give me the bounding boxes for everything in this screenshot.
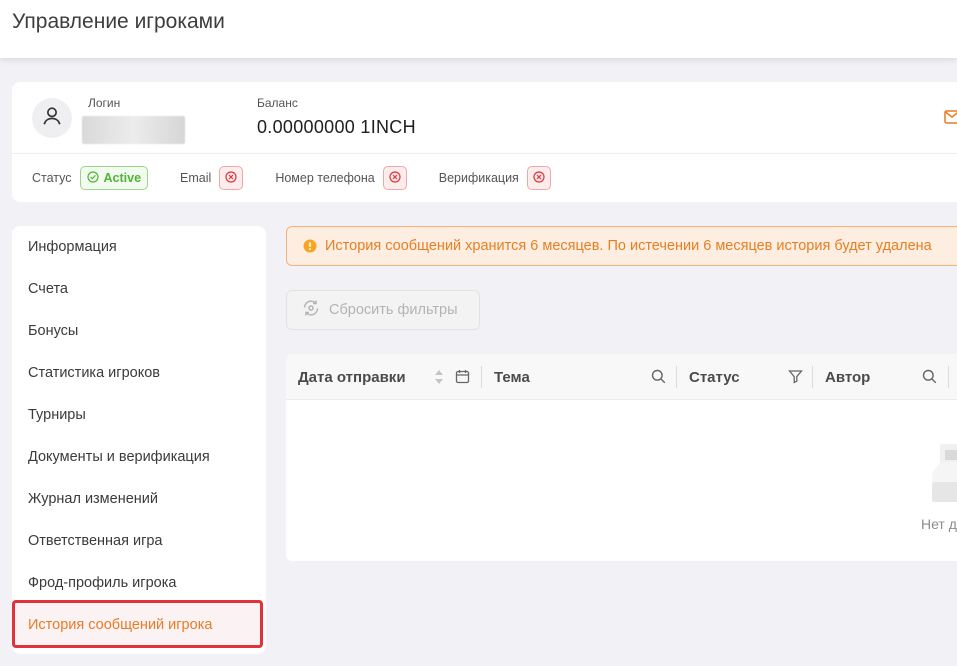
- login-value-redacted: [82, 116, 185, 144]
- phone-status-badge: [382, 166, 407, 190]
- main-content: Логин Баланс 0.00000000 1INCH Статус Act…: [0, 58, 957, 666]
- page-title: Управление игроками: [12, 10, 225, 33]
- x-circle-icon: [389, 170, 401, 186]
- email-label: Email: [180, 171, 212, 185]
- balance-label: Баланс: [257, 96, 298, 110]
- filter-icon[interactable]: [788, 369, 803, 389]
- user-icon: [41, 105, 63, 132]
- empty-state-text: Нет д: [921, 516, 957, 532]
- x-circle-icon: [225, 170, 237, 186]
- player-sidebar-menu: Информация Счета Бонусы Статистика игрок…: [12, 226, 266, 654]
- column-header-subject[interactable]: Тема: [494, 354, 530, 400]
- retention-notice: История сообщений хранится 6 месяцев. По…: [286, 226, 957, 266]
- reset-filters-button[interactable]: Сбросить фильтры: [286, 290, 480, 330]
- calendar-icon[interactable]: [455, 369, 470, 389]
- player-card: Логин Баланс 0.00000000 1INCH Статус Act…: [12, 82, 957, 202]
- avatar: [32, 98, 72, 138]
- x-circle-icon: [533, 170, 545, 186]
- verification-label: Верификация: [438, 171, 519, 185]
- table-header: Дата отправки Тема Статус Автор: [286, 354, 957, 400]
- status-badge-text: Active: [103, 171, 142, 185]
- column-divider: [481, 366, 482, 388]
- column-header-sent-date[interactable]: Дата отправки: [298, 354, 406, 400]
- search-icon[interactable]: [651, 369, 666, 389]
- sidebar-item-info[interactable]: Информация: [28, 239, 117, 255]
- column-divider: [948, 366, 949, 388]
- column-divider: [676, 366, 677, 388]
- top-bar: Управление игроками: [0, 0, 957, 58]
- column-header-status[interactable]: Статус: [689, 354, 740, 400]
- email-status-badge: [219, 166, 244, 190]
- column-header-author[interactable]: Автор: [825, 354, 870, 400]
- sidebar-item-bonuses[interactable]: Бонусы: [28, 323, 78, 339]
- check-circle-icon: [86, 170, 99, 186]
- warning-icon: [303, 239, 317, 253]
- status-label: Статус: [32, 171, 72, 185]
- mail-icon[interactable]: [944, 110, 957, 129]
- verification-status-badge: [526, 166, 551, 190]
- login-label: Логин: [88, 96, 121, 110]
- status-row: Статус Active Email Номер телефона Вериф…: [32, 165, 551, 191]
- status-badge: Active: [79, 166, 149, 190]
- messages-table: Дата отправки Тема Статус Автор Нет д: [286, 354, 957, 561]
- notice-text: История сообщений хранится 6 месяцев. По…: [325, 238, 932, 254]
- sort-icon[interactable]: [434, 369, 444, 390]
- search-icon[interactable]: [922, 369, 937, 389]
- balance-value: 0.00000000 1INCH: [257, 117, 416, 137]
- phone-label: Номер телефона: [275, 171, 375, 185]
- sidebar-item-tournaments[interactable]: Турниры: [28, 407, 86, 423]
- empty-box-icon: [926, 444, 957, 509]
- sidebar-item-documents[interactable]: Документы и верификация: [28, 449, 210, 465]
- reset-filters-label: Сбросить фильтры: [329, 302, 458, 318]
- sidebar-item-player-stats[interactable]: Статистика игроков: [28, 365, 160, 381]
- sidebar-item-message-history[interactable]: История сообщений игрока: [28, 617, 212, 633]
- sidebar-item-accounts[interactable]: Счета: [28, 281, 68, 297]
- sidebar-item-responsible-gaming[interactable]: Ответственная игра: [28, 533, 163, 549]
- sidebar-item-fraud-profile[interactable]: Фрод-профиль игрока: [28, 575, 176, 591]
- sidebar-item-changelog[interactable]: Журнал изменений: [28, 491, 158, 507]
- column-divider: [812, 366, 813, 388]
- reset-icon: [301, 298, 321, 322]
- card-divider: [12, 153, 957, 154]
